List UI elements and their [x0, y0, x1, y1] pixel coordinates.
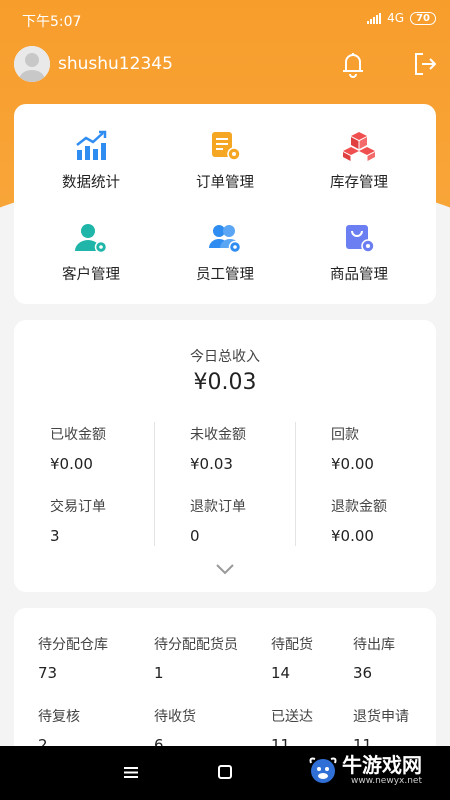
menu-item-inventory[interactable]: 库存管理 — [289, 130, 429, 220]
status-bar: 下午5:07 4G 70 — [0, 0, 450, 38]
bull-logo-icon — [309, 757, 337, 783]
menu-icon[interactable] — [124, 766, 138, 779]
username: shushu12345 — [58, 54, 173, 74]
stat-value: 14 — [271, 664, 291, 682]
menu-item-staff[interactable]: 员工管理 — [155, 222, 295, 312]
divider — [295, 422, 296, 546]
menu-label: 商品管理 — [330, 267, 388, 283]
stat-value: 0 — [190, 527, 200, 545]
watermark-text: 牛游戏网 — [342, 753, 422, 777]
inventory-icon — [343, 132, 375, 161]
menu-item-customers[interactable]: 客户管理 — [21, 222, 161, 312]
product-icon — [346, 225, 375, 253]
chevron-down-icon[interactable] — [214, 562, 236, 576]
avatar[interactable] — [14, 46, 50, 82]
order-stat-pending-warehouse[interactable]: 待分配仓库 73 — [38, 634, 108, 682]
menu-item-data-stats[interactable]: 数据统计 — [21, 130, 161, 220]
income-title: 今日总收入 — [190, 349, 260, 365]
stat-trade-orders[interactable]: 交易订单 3 — [50, 496, 180, 545]
stat-label: 待收货 — [154, 709, 196, 725]
user-silhouette-icon — [14, 46, 50, 82]
top-bar: shushu12345 — [0, 46, 450, 86]
order-stat-pending-picker[interactable]: 待分配配货员 1 — [154, 634, 238, 682]
data-chart-icon — [76, 130, 107, 160]
menu-label: 客户管理 — [62, 267, 120, 283]
stat-value: ¥0.03 — [190, 455, 233, 473]
status-indicators: 4G 70 — [367, 11, 436, 25]
menu-label: 订单管理 — [196, 175, 254, 191]
watermark-url: www.newyx.net — [350, 776, 422, 786]
logout-icon[interactable] — [412, 51, 438, 77]
stat-value: 1 — [154, 664, 164, 682]
menu-label: 员工管理 — [196, 267, 254, 283]
stat-value: 36 — [353, 664, 373, 682]
system-nav-bar: 牛游戏网 www.newyx.net — [0, 746, 450, 800]
stat-label: 待复核 — [38, 709, 80, 725]
stat-value: 73 — [38, 664, 58, 682]
stat-label: 已送达 — [271, 709, 313, 725]
customer-icon — [75, 224, 108, 254]
divider — [154, 422, 155, 546]
stat-received[interactable]: 已收金额 ¥0.00 — [50, 424, 180, 473]
menu-label: 库存管理 — [330, 175, 388, 191]
order-stat-pending-outbound[interactable]: 待出库 36 — [353, 634, 395, 682]
stat-label: 未收金额 — [190, 427, 246, 443]
stat-label: 已收金额 — [50, 427, 106, 443]
order-icon — [212, 132, 241, 161]
stat-label: 回款 — [331, 427, 359, 443]
stat-refund-amount[interactable]: 退款金额 ¥0.00 — [331, 496, 450, 545]
status-time: 下午5:07 — [22, 14, 82, 30]
stat-refund-orders[interactable]: 退款订单 0 — [190, 496, 320, 545]
income-card: 今日总收入 ¥0.03 已收金额 ¥0.00 未收金额 ¥0.03 回款 ¥0.… — [14, 320, 436, 592]
signal-icon — [367, 12, 382, 24]
staff-icon — [209, 225, 242, 254]
stat-label: 退货申请 — [353, 709, 409, 725]
stat-label: 待分配配货员 — [154, 637, 238, 653]
menu-card: 数据统计 订单管理 库存管理 客户管理 员工管理 商品管理 — [14, 104, 436, 304]
stat-label: 待配货 — [271, 637, 313, 653]
stat-label: 退款订单 — [190, 499, 246, 515]
home-button[interactable] — [218, 765, 232, 779]
stat-unreceived[interactable]: 未收金额 ¥0.03 — [190, 424, 320, 473]
stat-value: ¥0.00 — [50, 455, 93, 473]
stat-value: ¥0.00 — [331, 527, 374, 545]
stat-label: 待分配仓库 — [38, 637, 108, 653]
stat-label: 交易订单 — [50, 499, 106, 515]
stat-value: ¥0.00 — [331, 455, 374, 473]
menu-item-orders[interactable]: 订单管理 — [155, 130, 295, 220]
menu-label: 数据统计 — [62, 175, 120, 191]
bell-icon[interactable] — [340, 50, 366, 78]
watermark: 牛游戏网 www.newyx.net — [308, 754, 422, 786]
menu-item-products[interactable]: 商品管理 — [289, 222, 429, 312]
battery-icon: 70 — [410, 11, 436, 25]
stat-label: 退款金额 — [331, 499, 387, 515]
stat-label: 待出库 — [353, 637, 395, 653]
stat-repayment[interactable]: 回款 ¥0.00 — [331, 424, 450, 473]
income-total: ¥0.03 — [193, 370, 257, 395]
order-stat-pending-picking[interactable]: 待配货 14 — [271, 634, 313, 682]
network-type: 4G — [387, 11, 405, 25]
stat-value: 3 — [50, 527, 60, 545]
